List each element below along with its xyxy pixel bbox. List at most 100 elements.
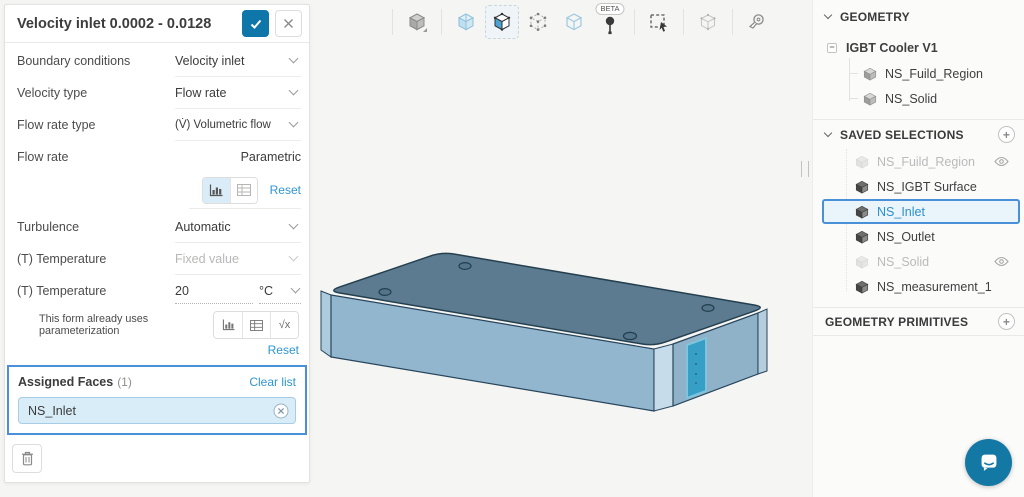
table-param-button[interactable] bbox=[242, 312, 270, 338]
saved-selection-item[interactable]: NS_Outlet bbox=[813, 224, 1024, 249]
dropdown-value: Flow rate bbox=[175, 86, 226, 100]
boundary-conditions-dropdown[interactable]: Velocity inlet bbox=[175, 46, 301, 77]
temperature-type-dropdown[interactable]: Fixed value bbox=[175, 244, 301, 275]
saved-selection-item-selected[interactable]: NS_Inlet bbox=[822, 199, 1020, 224]
chart-view-button[interactable] bbox=[203, 178, 230, 203]
close-icon bbox=[283, 18, 294, 29]
toolbar-separator bbox=[732, 9, 733, 35]
inlet-face-highlight[interactable] bbox=[687, 338, 706, 398]
saved-selections-list: NS_Fuild_Region NS_IGBT Surface NS_Inlet bbox=[813, 149, 1024, 299]
select-face-mode-button[interactable] bbox=[486, 6, 518, 38]
temperature-unit-dropdown[interactable]: °C bbox=[259, 278, 301, 304]
viewport-toolbar: BETA bbox=[386, 3, 775, 41]
parametric-toggle-row: Reset bbox=[17, 173, 301, 207]
measure-tape-icon bbox=[746, 11, 768, 33]
geometry-root-item[interactable]: − IGBT Cooler V1 bbox=[813, 34, 1024, 61]
panel-resize-handle[interactable] bbox=[801, 161, 809, 177]
parameterization-buttons: √x bbox=[213, 311, 299, 339]
transparent-cube-button[interactable] bbox=[450, 6, 482, 38]
temperature-input[interactable] bbox=[175, 278, 253, 304]
table-icon bbox=[237, 184, 251, 196]
wireframe-mode-button[interactable] bbox=[558, 6, 590, 38]
turbulence-dropdown[interactable]: Automatic bbox=[175, 212, 301, 243]
saved-selections-header[interactable]: SAVED SELECTIONS + bbox=[813, 119, 1024, 149]
panel-title: Velocity inlet 0.0002 - 0.0128 bbox=[17, 16, 211, 32]
transparent-cube-icon bbox=[455, 11, 477, 33]
add-saved-selection-button[interactable]: + bbox=[998, 126, 1015, 143]
tree-item[interactable]: NS_Solid bbox=[813, 86, 1024, 111]
unit-value: °C bbox=[259, 284, 273, 298]
collapse-toggle[interactable]: − bbox=[827, 43, 837, 53]
close-button[interactable] bbox=[275, 10, 302, 37]
confirm-button[interactable] bbox=[242, 10, 269, 37]
saved-item-label: NS_measurement_1 bbox=[877, 280, 992, 294]
render-mode-cube-button[interactable] bbox=[401, 6, 433, 38]
chat-support-button[interactable] bbox=[965, 439, 1012, 486]
eye-icon[interactable] bbox=[994, 156, 1009, 167]
solid-cube-icon bbox=[855, 205, 869, 219]
saved-item-label: NS_IGBT Surface bbox=[877, 180, 977, 194]
assigned-faces-section: Assigned Faces (1) Clear list NS_Inlet bbox=[7, 365, 307, 435]
velocity-type-dropdown[interactable]: Flow rate bbox=[175, 78, 301, 109]
bar-chart-icon bbox=[222, 319, 235, 331]
geometry-section-header[interactable]: GEOMETRY bbox=[813, 0, 1024, 34]
toolbar-separator bbox=[392, 9, 393, 35]
field-row: Velocity type Flow rate bbox=[17, 77, 301, 109]
solid-cube-icon bbox=[855, 230, 869, 244]
flow-rate-type-dropdown[interactable]: (V̇) Volumetric flow bbox=[175, 110, 301, 141]
chart-param-button[interactable] bbox=[214, 312, 242, 338]
toolbar-separator bbox=[441, 9, 442, 35]
field-label: Flow rate type bbox=[17, 118, 175, 132]
scene-tree-panel: GEOMETRY − IGBT Cooler V1 NS_Fuild_Regio… bbox=[812, 0, 1024, 497]
solid-cube-icon bbox=[863, 67, 877, 81]
chevron-down-icon bbox=[289, 252, 299, 262]
saved-selection-item[interactable]: NS_Fuild_Region bbox=[813, 149, 1024, 174]
solid-cube-icon bbox=[863, 92, 877, 106]
panel-fields: Boundary conditions Velocity inlet Veloc… bbox=[5, 43, 309, 363]
measure-tool-button[interactable] bbox=[741, 6, 773, 38]
assigned-faces-header: Assigned Faces (1) Clear list bbox=[18, 375, 296, 389]
saved-selection-item[interactable]: NS_Solid bbox=[813, 249, 1024, 274]
delete-button[interactable] bbox=[12, 444, 42, 473]
chevron-down-icon bbox=[289, 220, 299, 230]
param-reset-link[interactable]: Reset bbox=[268, 343, 299, 357]
trash-row bbox=[5, 437, 309, 482]
flow-rate-reset-link[interactable]: Reset bbox=[270, 183, 301, 197]
box-select-button[interactable] bbox=[643, 6, 675, 38]
table-icon bbox=[250, 320, 263, 331]
remove-chip-button[interactable] bbox=[273, 403, 289, 419]
probe-point-button[interactable]: BETA bbox=[594, 6, 626, 38]
eye-icon[interactable] bbox=[994, 256, 1009, 267]
clear-list-link[interactable]: Clear list bbox=[249, 375, 296, 389]
parameterization-note-row: This form already uses parameterization bbox=[17, 307, 301, 343]
saved-selection-item[interactable]: NS_measurement_1 bbox=[813, 274, 1024, 299]
geometry-primitives-header[interactable]: GEOMETRY PRIMITIVES + bbox=[813, 307, 1024, 336]
parametric-label: Parametric bbox=[241, 150, 301, 164]
chip-label: NS_Inlet bbox=[28, 404, 76, 418]
trash-icon bbox=[21, 451, 34, 466]
select-vertex-mode-button[interactable] bbox=[522, 6, 554, 38]
table-view-button[interactable] bbox=[230, 178, 257, 203]
boundary-condition-panel: Velocity inlet 0.0002 - 0.0128 Boundary … bbox=[4, 4, 310, 483]
sqrt-icon: √x bbox=[279, 319, 291, 331]
check-icon bbox=[249, 17, 263, 31]
wireframe-cube-icon bbox=[563, 11, 585, 33]
chevron-down-icon bbox=[291, 284, 301, 294]
isolate-selection-button[interactable] bbox=[692, 6, 724, 38]
geometry-children: NS_Fuild_Region NS_Solid bbox=[813, 61, 1024, 111]
chevron-down-icon bbox=[289, 54, 299, 64]
field-row: Flow rate Parametric bbox=[17, 141, 301, 173]
geometry-primitives-label: GEOMETRY PRIMITIVES bbox=[825, 315, 968, 329]
field-row: Boundary conditions Velocity inlet bbox=[17, 45, 301, 77]
formula-param-button[interactable]: √x bbox=[270, 312, 298, 338]
geometry-root-label: IGBT Cooler V1 bbox=[846, 41, 938, 55]
igbt-cooler-model[interactable] bbox=[321, 253, 767, 411]
saved-selection-item[interactable]: NS_IGBT Surface bbox=[813, 174, 1024, 199]
add-primitive-button[interactable]: + bbox=[998, 313, 1015, 330]
tree-item[interactable]: NS_Fuild_Region bbox=[813, 61, 1024, 86]
hidden-cube-icon bbox=[855, 255, 869, 269]
isolate-cube-icon bbox=[697, 11, 719, 33]
solid-cube-icon bbox=[855, 180, 869, 194]
assigned-face-chip[interactable]: NS_Inlet bbox=[18, 397, 296, 424]
chevron-down-icon bbox=[824, 128, 832, 136]
